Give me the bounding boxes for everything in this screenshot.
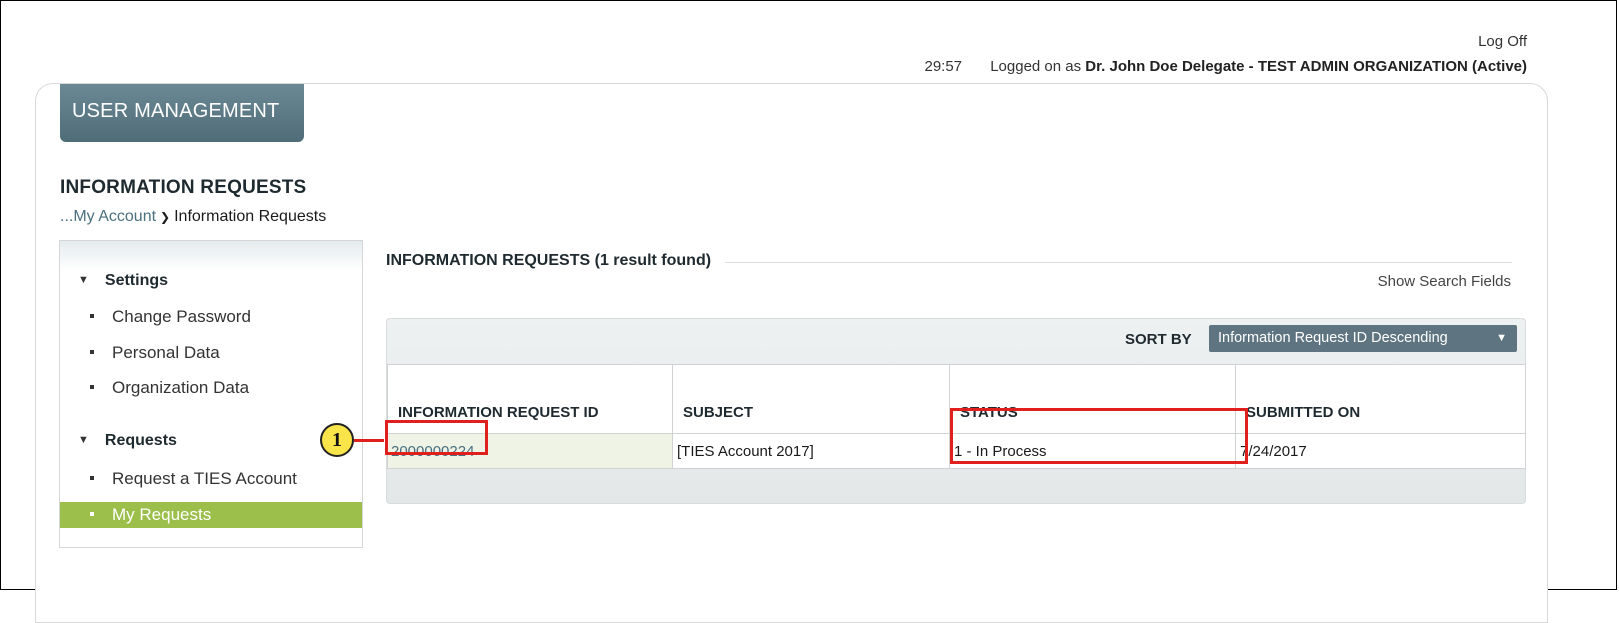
results-title-text: INFORMATION REQUESTS	[386, 252, 591, 269]
user-management-tab[interactable]: USER MANAGEMENT	[60, 84, 304, 142]
highlight-request-id	[385, 420, 488, 455]
results-count: (1 result found)	[594, 252, 712, 269]
sidebar-section-requests[interactable]: ▼ Requests	[78, 432, 177, 450]
sidebar-item-change-password[interactable]: Change Password	[60, 304, 362, 330]
sidebar-item-label: Change Password	[112, 307, 251, 326]
caret-down-icon: ▼	[1496, 332, 1507, 344]
breadcrumb-my-account[interactable]: ...My Account	[60, 208, 156, 225]
column-header-subject[interactable]: SUBJECT	[672, 364, 950, 434]
breadcrumb: ...My Account ❯ Information Requests	[60, 208, 326, 226]
results-title: INFORMATION REQUESTS (1 result found)	[386, 252, 726, 270]
bullet-icon	[90, 512, 94, 516]
bullet-icon	[90, 314, 94, 318]
sidebar: ▼ Settings Change Password Personal Data …	[59, 240, 363, 548]
triangle-down-icon: ▼	[78, 434, 89, 446]
logged-on-user: Dr. John Doe Delegate - TEST ADMIN ORGAN…	[1085, 58, 1527, 75]
page-title: INFORMATION REQUESTS	[60, 177, 307, 198]
triangle-down-icon: ▼	[78, 274, 89, 286]
sort-by-value: Information Request ID Descending	[1218, 330, 1448, 346]
sidebar-item-request-ties-account[interactable]: Request a TIES Account	[60, 466, 362, 492]
bullet-icon	[90, 350, 94, 354]
column-header-submitted-on[interactable]: SUBMITTED ON	[1235, 364, 1526, 434]
sort-by-select[interactable]: Information Request ID Descending ▼	[1209, 325, 1517, 352]
callout-number-badge: 1	[320, 423, 354, 457]
log-off-link[interactable]: Log Off	[1478, 33, 1527, 50]
sidebar-section-label: Settings	[104, 272, 169, 289]
sidebar-item-personal-data[interactable]: Personal Data	[60, 340, 362, 366]
request-subject: [TIES Account 2017]	[672, 433, 950, 469]
sidebar-item-my-requests[interactable]: My Requests	[60, 502, 362, 528]
request-submitted-on: 7/24/2017	[1235, 433, 1526, 469]
sidebar-item-label: Request a TIES Account	[112, 469, 297, 488]
bullet-icon	[90, 476, 94, 480]
sidebar-section-label: Requests	[104, 432, 177, 449]
highlight-status	[950, 408, 1248, 464]
session-info: 29:57 Logged on as Dr. John Doe Delegate…	[924, 58, 1527, 75]
logged-on-prefix: Logged on as	[990, 58, 1082, 75]
sidebar-item-label: Organization Data	[112, 378, 250, 397]
show-search-fields-link[interactable]: Show Search Fields	[1378, 273, 1511, 290]
callout-connector	[354, 439, 384, 442]
sidebar-header-shade	[60, 241, 362, 271]
sidebar-item-label: Personal Data	[112, 343, 220, 362]
sidebar-item-label: My Requests	[112, 505, 212, 524]
session-timer: 29:57	[924, 58, 963, 75]
sidebar-section-settings[interactable]: ▼ Settings	[78, 272, 168, 290]
sidebar-item-organization-data[interactable]: Organization Data	[60, 375, 362, 401]
chevron-right-icon: ❯	[160, 210, 171, 224]
sort-by-label: SORT BY	[1125, 331, 1192, 348]
bullet-icon	[90, 385, 94, 389]
breadcrumb-current: Information Requests	[174, 208, 327, 225]
